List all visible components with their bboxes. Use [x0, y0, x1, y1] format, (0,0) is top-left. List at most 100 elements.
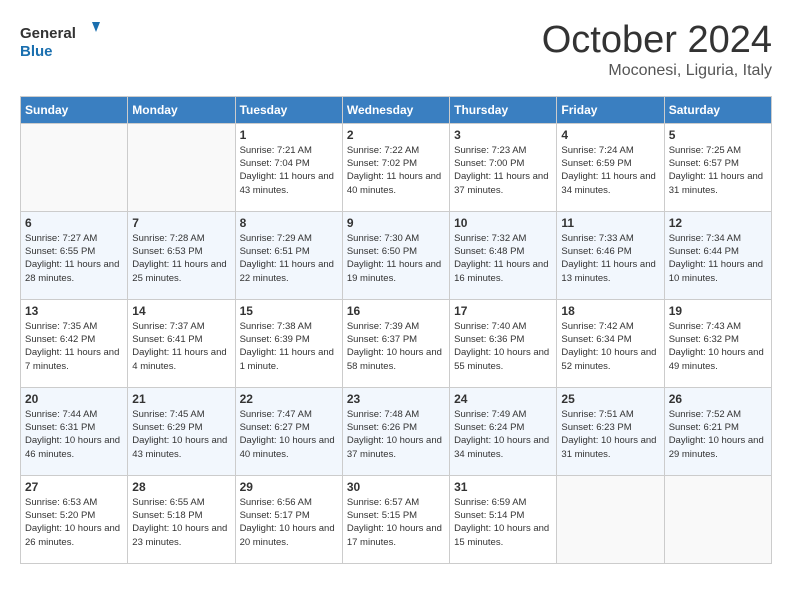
day-number: 17 — [454, 304, 552, 318]
day-info: Daylight: 11 hours and 40 minutes. — [347, 170, 445, 197]
calendar-cell: 17Sunrise: 7:40 AMSunset: 6:36 PMDayligh… — [450, 299, 557, 387]
day-number: 15 — [240, 304, 338, 318]
week-row-1: 1Sunrise: 7:21 AMSunset: 7:04 PMDaylight… — [21, 123, 772, 211]
calendar-cell: 6Sunrise: 7:27 AMSunset: 6:55 PMDaylight… — [21, 211, 128, 299]
header-sunday: Sunday — [21, 96, 128, 123]
calendar-cell: 12 Sunrise: 7:34 AMSunset: 6:44 PMDayligh… — [664, 211, 771, 299]
day-info: Sunrise: 7:35 AM — [25, 320, 123, 333]
day-number: 1 — [240, 128, 338, 142]
header-monday: Monday — [128, 96, 235, 123]
day-info: Sunrise: 7:21 AM — [240, 144, 338, 157]
day-info: Daylight: 10 hours and 49 minutes. — [669, 346, 767, 373]
day-info: Daylight: 10 hours and 46 minutes. — [25, 434, 123, 461]
day-info: Daylight: 10 hours and 17 minutes. — [347, 522, 445, 549]
day-info: Sunrise: 7:34 AM — [669, 232, 767, 245]
day-number: 16 — [347, 304, 445, 318]
day-info: Sunset: 6:48 PM — [454, 245, 552, 258]
day-info: Sunrise: 6:56 AM — [240, 496, 338, 509]
location-title: Moconesi, Liguria, Italy — [542, 62, 772, 80]
day-info: Sunrise: 7:40 AM — [454, 320, 552, 333]
day-info: Sunrise: 7:47 AM — [240, 408, 338, 421]
day-info: Sunset: 6:57 PM — [669, 157, 767, 170]
day-number: 10 — [454, 216, 552, 230]
day-info: Sunrise: 7:49 AM — [454, 408, 552, 421]
day-number: 18 — [561, 304, 659, 318]
day-info: Daylight: 10 hours and 40 minutes. — [240, 434, 338, 461]
calendar-cell: 8Sunrise: 7:29 AMSunset: 6:51 PMDaylight… — [235, 211, 342, 299]
day-info: Sunset: 6:39 PM — [240, 333, 338, 346]
calendar-cell: 18Sunrise: 7:42 AMSunset: 6:34 PMDayligh… — [557, 299, 664, 387]
page-header: General Blue October 2024 Moconesi, Ligu… — [20, 20, 772, 80]
day-info: Daylight: 10 hours and 55 minutes. — [454, 346, 552, 373]
day-info: Sunrise: 7:44 AM — [25, 408, 123, 421]
day-info: Sunrise: 7:25 AM — [669, 144, 767, 157]
day-info: Sunrise: 7:37 AM — [132, 320, 230, 333]
day-info: Daylight: 11 hours and 1 minute. — [240, 346, 338, 373]
day-header-row: SundayMondayTuesdayWednesdayThursdayFrid… — [21, 96, 772, 123]
day-info: Sunrise: 7:52 AM — [669, 408, 767, 421]
day-info: Sunset: 6:46 PM — [561, 245, 659, 258]
svg-text:Blue: Blue — [20, 43, 53, 60]
day-info: Sunset: 5:17 PM — [240, 509, 338, 522]
day-info: Sunset: 6:34 PM — [561, 333, 659, 346]
week-row-3: 13Sunrise: 7:35 AMSunset: 6:42 PMDayligh… — [21, 299, 772, 387]
header-saturday: Saturday — [664, 96, 771, 123]
calendar-cell: 13 Sunrise: 7:35 AMSunset: 6:42 PMDayligh… — [21, 299, 128, 387]
day-info: Sunset: 5:18 PM — [132, 509, 230, 522]
calendar-cell: 27Sunrise: 6:53 AMSunset: 5:20 PMDayligh… — [21, 475, 128, 563]
day-info: Daylight: 10 hours and 43 minutes. — [132, 434, 230, 461]
day-info: Sunset: 6:27 PM — [240, 421, 338, 434]
day-info: Sunset: 6:31 PM — [25, 421, 123, 434]
day-info: Daylight: 11 hours and 22 minutes. — [240, 258, 338, 285]
day-number: 13 — [25, 304, 123, 318]
day-info: Sunset: 6:44 PM — [669, 245, 767, 258]
day-info: Sunrise: 7:29 AM — [240, 232, 338, 245]
day-info: Sunrise: 7:30 AM — [347, 232, 445, 245]
calendar-cell: 11Sunrise: 7:33 AMSunset: 6:46 PMDayligh… — [557, 211, 664, 299]
calendar-cell — [21, 123, 128, 211]
day-info: Sunrise: 7:28 AM — [132, 232, 230, 245]
day-info: Sunset: 5:14 PM — [454, 509, 552, 522]
calendar-cell: 3Sunrise: 7:23 AMSunset: 7:00 PMDaylight… — [450, 123, 557, 211]
day-number: 24 — [454, 392, 552, 406]
day-info: Sunrise: 7:33 AM — [561, 232, 659, 245]
header-friday: Friday — [557, 96, 664, 123]
calendar-cell — [664, 475, 771, 563]
day-info: Daylight: 11 hours and 37 minutes. — [454, 170, 552, 197]
calendar-cell: 29Sunrise: 6:56 AMSunset: 5:17 PMDayligh… — [235, 475, 342, 563]
day-number: 9 — [347, 216, 445, 230]
calendar-cell: 14Sunrise: 7:37 AMSunset: 6:41 PMDayligh… — [128, 299, 235, 387]
day-info: Daylight: 10 hours and 20 minutes. — [240, 522, 338, 549]
day-info: Sunrise: 7:48 AM — [347, 408, 445, 421]
day-info: Daylight: 11 hours and 31 minutes. — [669, 170, 767, 197]
day-info: Daylight: 11 hours and 10 minutes. — [669, 258, 767, 285]
calendar-cell: 24Sunrise: 7:49 AMSunset: 6:24 PMDayligh… — [450, 387, 557, 475]
day-number: 12 — [669, 216, 767, 230]
day-info: Daylight: 10 hours and 52 minutes. — [561, 346, 659, 373]
day-number: 11 — [561, 216, 659, 230]
day-info: Sunset: 6:41 PM — [132, 333, 230, 346]
day-info: Sunset: 6:53 PM — [132, 245, 230, 258]
day-number: 5 — [669, 128, 767, 142]
day-info: Daylight: 10 hours and 15 minutes. — [454, 522, 552, 549]
day-number: 14 — [132, 304, 230, 318]
calendar-cell: 23Sunrise: 7:48 AMSunset: 6:26 PMDayligh… — [342, 387, 449, 475]
day-info: Sunset: 6:42 PM — [25, 333, 123, 346]
day-info: Sunrise: 7:32 AM — [454, 232, 552, 245]
calendar-cell: 10Sunrise: 7:32 AMSunset: 6:48 PMDayligh… — [450, 211, 557, 299]
day-info: Sunrise: 7:38 AM — [240, 320, 338, 333]
calendar-cell: 28Sunrise: 6:55 AMSunset: 5:18 PMDayligh… — [128, 475, 235, 563]
day-number: 2 — [347, 128, 445, 142]
day-number: 28 — [132, 480, 230, 494]
day-info: Sunrise: 7:43 AM — [669, 320, 767, 333]
day-info: Daylight: 11 hours and 7 minutes. — [25, 346, 123, 373]
calendar-table: SundayMondayTuesdayWednesdayThursdayFrid… — [20, 96, 772, 564]
header-wednesday: Wednesday — [342, 96, 449, 123]
calendar-cell — [557, 475, 664, 563]
week-row-2: 6Sunrise: 7:27 AMSunset: 6:55 PMDaylight… — [21, 211, 772, 299]
month-title: October 2024 — [542, 20, 772, 62]
day-number: 27 — [25, 480, 123, 494]
week-row-4: 20Sunrise: 7:44 AMSunset: 6:31 PMDayligh… — [21, 387, 772, 475]
calendar-cell: 21Sunrise: 7:45 AMSunset: 6:29 PMDayligh… — [128, 387, 235, 475]
day-info: Daylight: 11 hours and 19 minutes. — [347, 258, 445, 285]
